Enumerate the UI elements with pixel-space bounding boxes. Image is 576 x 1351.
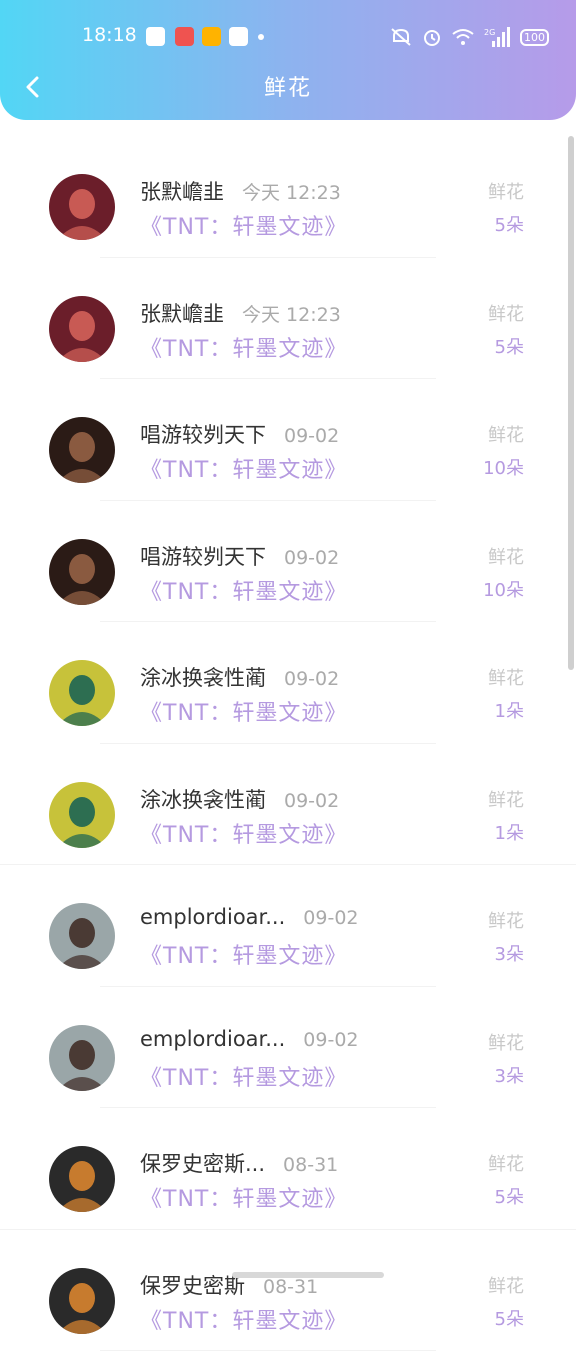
scrollbar[interactable] <box>568 136 574 670</box>
avatar[interactable] <box>49 1025 115 1091</box>
send-time: 08-31 <box>283 1154 338 1176</box>
weibo-notification-icon <box>202 27 221 46</box>
avatar[interactable] <box>49 782 115 848</box>
gift-type-label: 鲜花 <box>488 300 524 326</box>
name-line: 涂冰换衾性蔺 09-02 <box>140 784 339 814</box>
avatar[interactable] <box>49 1146 115 1212</box>
send-time: 08-31 <box>263 1276 318 1298</box>
gift-count: 10朵 <box>483 454 524 480</box>
list-item[interactable]: 张默嶦韭 今天 12:23 《TNT：轩墨文迹》 鲜花 5朵 <box>0 136 576 258</box>
send-time: 今天 12:23 <box>242 178 341 205</box>
status-bar: 18:18 2G 100 <box>0 0 576 72</box>
gift-count: 3朵 <box>495 1062 524 1088</box>
name-line: 张默嶦韭 今天 12:23 <box>140 298 341 328</box>
name-line: emplordioar... 09-02 <box>140 1027 359 1051</box>
gift-type-label: 鲜花 <box>488 664 524 690</box>
avatar[interactable] <box>49 660 115 726</box>
user-name: 保罗史密斯 <box>140 1270 245 1300</box>
alarm-icon <box>422 27 442 47</box>
user-name: emplordioar... <box>140 1027 285 1051</box>
mute-icon <box>390 27 412 47</box>
name-line: 涂冰换衾性蔺 09-02 <box>140 662 339 692</box>
book-title: 《TNT：轩墨文迹》 <box>140 574 347 606</box>
avatar[interactable] <box>49 296 115 362</box>
gift-count: 5朵 <box>495 211 524 237</box>
gift-type-label: 鲜花 <box>488 1150 524 1176</box>
gift-count: 3朵 <box>495 940 524 966</box>
gift-count: 1朵 <box>495 697 524 723</box>
name-line: emplordioar... 09-02 <box>140 905 359 929</box>
list-item[interactable]: emplordioar... 09-02 《TNT：轩墨文迹》 鲜花 3朵 <box>0 865 576 987</box>
home-indicator[interactable] <box>232 1272 384 1278</box>
list-item[interactable]: 保罗史密斯 08-31 《TNT：轩墨文迹》 鲜花 5朵 <box>0 1230 576 1351</box>
list-item[interactable]: 保罗史密斯... 08-31 《TNT：轩墨文迹》 鲜花 5朵 <box>0 1108 576 1230</box>
avatar[interactable] <box>49 174 115 240</box>
gift-count: 1朵 <box>495 819 524 845</box>
user-name: 涂冰换衾性蔺 <box>140 662 266 692</box>
avatar[interactable] <box>49 539 115 605</box>
send-time: 09-02 <box>284 790 339 812</box>
page-title: 鲜花 <box>0 70 576 102</box>
book-title: 《TNT：轩墨文迹》 <box>140 1060 347 1092</box>
list-item[interactable]: 涂冰换衾性蔺 09-02 《TNT：轩墨文迹》 鲜花 1朵 <box>0 744 576 866</box>
name-line: 保罗史密斯... 08-31 <box>140 1148 338 1178</box>
book-title: 《TNT：轩墨文迹》 <box>140 209 347 241</box>
signal-icon: 2G <box>484 27 510 47</box>
book-title: 《TNT：轩墨文迹》 <box>140 817 347 849</box>
gift-count: 5朵 <box>495 333 524 359</box>
gift-count: 5朵 <box>495 1305 524 1331</box>
status-time: 18:18 <box>82 24 137 46</box>
send-time: 09-02 <box>303 1029 358 1051</box>
gift-type-label: 鲜花 <box>488 1029 524 1055</box>
send-time: 09-02 <box>303 907 358 929</box>
list-item[interactable]: emplordioar... 09-02 《TNT：轩墨文迹》 鲜花 3朵 <box>0 987 576 1109</box>
book-title: 《TNT：轩墨文迹》 <box>140 452 347 484</box>
user-name: 张默嶦韭 <box>140 298 224 328</box>
gift-type-label: 鲜花 <box>488 421 524 447</box>
user-name: 唱游较刿天下 <box>140 419 266 449</box>
avatar[interactable] <box>49 903 115 969</box>
map-notification-icon <box>229 27 248 46</box>
user-name: 张默嶦韭 <box>140 176 224 206</box>
list-item[interactable]: 涂冰换衾性蔺 09-02 《TNT：轩墨文迹》 鲜花 1朵 <box>0 622 576 744</box>
gift-type-label: 鲜花 <box>488 907 524 933</box>
book-title: 《TNT：轩墨文迹》 <box>140 695 347 727</box>
user-name: emplordioar... <box>140 905 285 929</box>
book-title: 《TNT：轩墨文迹》 <box>140 1181 347 1213</box>
gift-type-label: 鲜花 <box>488 543 524 569</box>
network-type: 2G <box>484 28 495 37</box>
app-header: 18:18 2G 100 鲜花 <box>0 0 576 120</box>
name-line: 唱游较刿天下 09-02 <box>140 419 339 449</box>
user-name: 涂冰换衾性蔺 <box>140 784 266 814</box>
list-item[interactable]: 唱游较刿天下 09-02 《TNT：轩墨文迹》 鲜花 10朵 <box>0 379 576 501</box>
gift-count: 10朵 <box>483 576 524 602</box>
system-icons: 2G 100 <box>390 26 549 48</box>
wifi-icon <box>452 28 474 46</box>
video-app-notification-icon <box>146 27 165 46</box>
flower-record-list[interactable]: 张默嶦韭 今天 12:23 《TNT：轩墨文迹》 鲜花 5朵 张默嶦韭 今天 1… <box>0 136 576 1351</box>
more-notifications-dot <box>258 34 264 40</box>
gift-type-label: 鲜花 <box>488 1272 524 1298</box>
list-item[interactable]: 唱游较刿天下 09-02 《TNT：轩墨文迹》 鲜花 10朵 <box>0 501 576 623</box>
gift-count: 5朵 <box>495 1183 524 1209</box>
calendar-notification-icon <box>175 27 194 46</box>
user-name: 保罗史密斯... <box>140 1148 265 1178</box>
book-title: 《TNT：轩墨文迹》 <box>140 1303 347 1335</box>
send-time: 09-02 <box>284 668 339 690</box>
name-line: 唱游较刿天下 09-02 <box>140 541 339 571</box>
avatar[interactable] <box>49 1268 115 1334</box>
send-time: 09-02 <box>284 547 339 569</box>
send-time: 09-02 <box>284 425 339 447</box>
battery-icon: 100 <box>520 29 549 46</box>
list-item[interactable]: 张默嶦韭 今天 12:23 《TNT：轩墨文迹》 鲜花 5朵 <box>0 258 576 380</box>
name-line: 张默嶦韭 今天 12:23 <box>140 176 341 206</box>
avatar[interactable] <box>49 417 115 483</box>
user-name: 唱游较刿天下 <box>140 541 266 571</box>
gift-type-label: 鲜花 <box>488 178 524 204</box>
book-title: 《TNT：轩墨文迹》 <box>140 938 347 970</box>
book-title: 《TNT：轩墨文迹》 <box>140 331 347 363</box>
send-time: 今天 12:23 <box>242 300 341 327</box>
gift-type-label: 鲜花 <box>488 786 524 812</box>
